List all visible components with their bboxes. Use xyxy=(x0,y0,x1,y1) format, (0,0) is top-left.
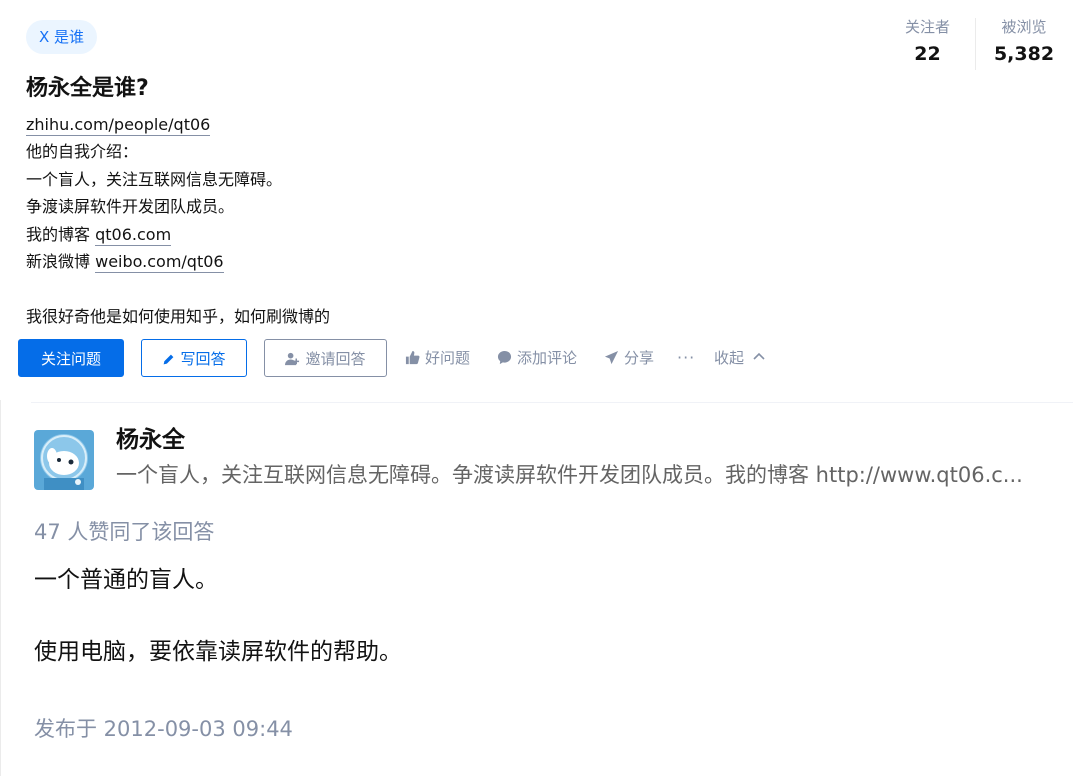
answer-card: 杨永全 一个盲人，关注互联网信息无障碍。争渡读屏软件开发团队成员。我的博客 ht… xyxy=(0,400,1080,776)
weibo-line: 新浪微博 weibo.com/qt06 xyxy=(26,248,926,275)
question-card: X 是谁 关注者 22 被浏览 5,382 杨永全是谁? zhihu.com/p… xyxy=(0,0,1080,400)
comment-bubble-icon xyxy=(497,350,512,365)
vote-count[interactable]: 47 人赞同了该回答 xyxy=(34,517,214,547)
paper-plane-icon xyxy=(604,350,619,365)
answer-divider xyxy=(31,402,1073,403)
answer-paragraph-2: 使用电脑，要依靠读屏软件的帮助。 xyxy=(34,639,402,665)
thumbs-up-icon xyxy=(405,350,420,365)
chevron-up-icon xyxy=(753,352,765,360)
followers-label: 关注者 xyxy=(904,18,950,36)
views-count: 5,382 xyxy=(993,43,1055,65)
author-name[interactable]: 杨永全 xyxy=(116,424,185,456)
question-stats: 关注者 22 被浏览 5,382 xyxy=(880,16,1080,72)
more-button[interactable]: ··· xyxy=(677,339,695,377)
author-headline: 一个盲人，关注互联网信息无障碍。争渡读屏软件开发团队成员。我的博客 http:/… xyxy=(116,463,1023,487)
share-button[interactable]: 分享 xyxy=(604,339,654,377)
weibo-prefix: 新浪微博 xyxy=(26,251,91,271)
share-label: 分享 xyxy=(624,349,655,367)
followers-stat[interactable]: 关注者 22 xyxy=(880,16,975,68)
blog-prefix: 我的博客 xyxy=(26,224,91,244)
add-user-icon xyxy=(285,352,300,366)
good-question-button[interactable]: 好问题 xyxy=(405,339,470,377)
views-stat: 被浏览 5,382 xyxy=(976,16,1072,68)
good-question-label: 好问题 xyxy=(425,349,471,367)
pencil-icon xyxy=(164,354,174,365)
question-actions: 关注问题 写回答 邀请回答 好问题 添加评论 分享 ··· 收起 xyxy=(18,339,1068,377)
fold-button[interactable]: 收起 xyxy=(714,339,765,377)
follow-question-button[interactable]: 关注问题 xyxy=(18,339,124,377)
write-answer-button[interactable]: 写回答 xyxy=(141,339,247,377)
intro-line-1: 一个盲人，关注互联网信息无障碍。 xyxy=(26,169,283,189)
intro-heading: 他的自我介绍： xyxy=(26,142,139,162)
views-label: 被浏览 xyxy=(1001,18,1047,36)
answer-paragraph-1: 一个普通的盲人。 xyxy=(34,567,218,593)
blog-link[interactable]: qt06.com xyxy=(95,224,172,246)
author-avatar[interactable] xyxy=(34,430,94,490)
intro-line-2: 争渡读屏软件开发团队成员。 xyxy=(26,197,235,217)
topic-tag[interactable]: X 是谁 xyxy=(26,20,98,54)
add-comment-label: 添加评论 xyxy=(517,349,578,367)
fold-label: 收起 xyxy=(714,349,745,367)
write-answer-label: 写回答 xyxy=(180,350,226,368)
add-comment-button[interactable]: 添加评论 xyxy=(497,339,577,377)
question-title[interactable]: 杨永全是谁? xyxy=(26,72,149,106)
followers-count: 22 xyxy=(914,43,941,65)
closing-line: 我很好奇他是如何使用知乎，如何刷微博的 xyxy=(26,306,331,326)
weibo-link[interactable]: weibo.com/qt06 xyxy=(95,251,224,273)
question-body: zhihu.com/people/qt06 他的自我介绍： 一个盲人，关注互联网… xyxy=(26,111,926,330)
publish-time[interactable]: 发布于 2012-09-03 09:44 xyxy=(34,714,293,744)
invite-answer-button[interactable]: 邀请回答 xyxy=(264,339,387,377)
profile-link[interactable]: zhihu.com/people/qt06 xyxy=(26,115,211,136)
dog-avatar-icon xyxy=(34,430,94,490)
blog-line: 我的博客 qt06.com xyxy=(26,221,926,248)
invite-answer-label: 邀请回答 xyxy=(305,350,366,368)
